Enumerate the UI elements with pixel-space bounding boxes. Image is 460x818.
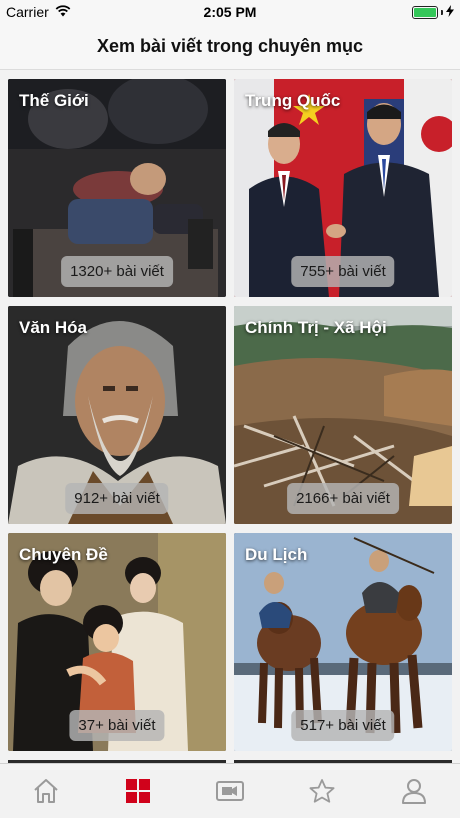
home-icon (34, 779, 58, 803)
tab-bar (0, 763, 460, 818)
category-title: Trung Quốc (245, 91, 341, 110)
category-title: Chuyên Đề (19, 545, 108, 564)
grid-icon (126, 779, 150, 803)
category-title: Chính Trị - Xã Hội (245, 318, 387, 337)
tab-video[interactable] (200, 771, 260, 811)
user-icon (402, 779, 426, 804)
category-card-du-lich[interactable]: Du Lịch 517+ bài viết (234, 533, 452, 751)
category-card-the-gioi[interactable]: Thế Giới 1320+ bài viết (8, 79, 226, 297)
category-count-badge: 1320+ bài viết (61, 256, 173, 287)
category-title: Thế Giới (19, 91, 89, 110)
category-count-badge: 912+ bài viết (65, 483, 169, 514)
category-grid: Thế Giới 1320+ bài viết Trung Quốc 755+ … (8, 79, 452, 751)
tab-categories[interactable] (108, 771, 168, 811)
category-title: Văn Hóa (19, 318, 88, 337)
category-card-trung-quoc[interactable]: Trung Quốc 755+ bài viết (234, 79, 452, 297)
page-title: Xem bài viết trong chuyên mục (96, 36, 364, 56)
category-count-badge: 755+ bài viết (291, 256, 395, 287)
category-count-badge: 517+ bài viết (291, 710, 395, 741)
charging-bolt-icon (446, 4, 454, 20)
category-card-chuyen-de[interactable]: Chuyên Đề 37+ bài viết (8, 533, 226, 751)
battery-icon (412, 5, 438, 19)
category-card-van-hoa[interactable]: Văn Hóa 912+ bài viết (8, 306, 226, 524)
status-time: 2:05 PM (203, 4, 257, 20)
category-title: Du Lịch (245, 545, 308, 564)
tab-home[interactable] (16, 771, 76, 811)
category-count-badge: 37+ bài viết (69, 710, 165, 741)
video-icon (216, 781, 244, 801)
category-card-chinh-tri-xa-hoi[interactable]: Chính Trị - Xã Hội 2166+ bài viết (234, 306, 452, 524)
nav-header: Xem bài viết trong chuyên mục (0, 24, 460, 70)
tab-favorites[interactable] (292, 771, 352, 811)
tab-profile[interactable] (384, 771, 444, 811)
status-bar: Carrier 2:05 PM (0, 0, 460, 24)
star-icon (309, 779, 335, 803)
category-count-badge: 2166+ bài viết (287, 483, 399, 514)
